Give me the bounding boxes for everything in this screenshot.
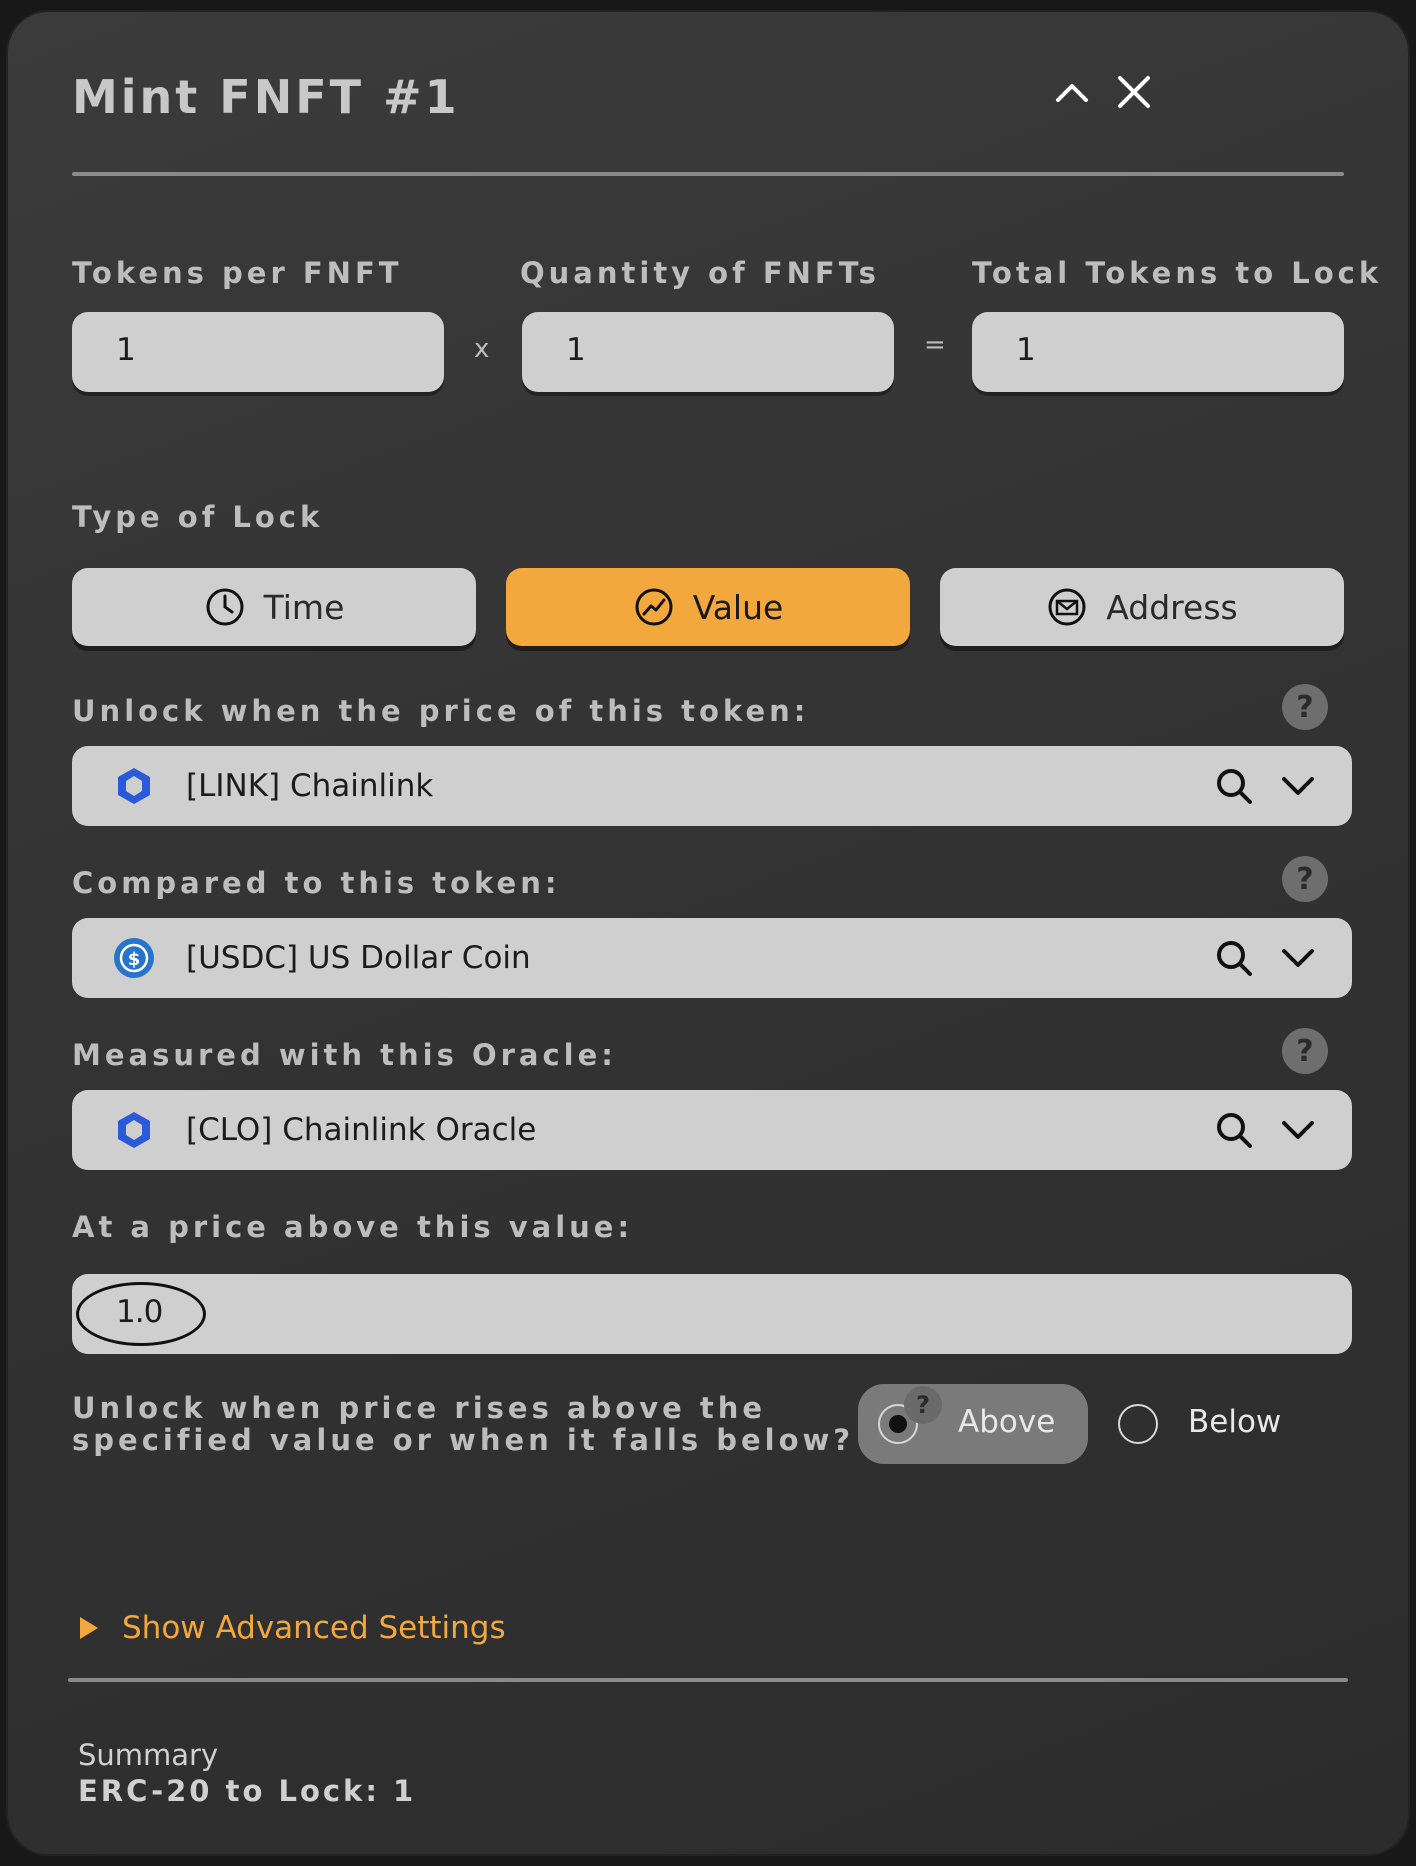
chainlink-icon [112,764,156,808]
chevron-down-icon[interactable] [1276,764,1320,808]
tokens-per-fnft-input[interactable]: 1 [72,312,444,392]
oracle-select[interactable]: [CLO] Chainlink Oracle [72,1090,1352,1170]
multiply-symbol: x [474,334,490,364]
token-select[interactable]: [LINK] Chainlink [72,746,1352,826]
collapse-icon[interactable] [1048,68,1096,116]
summary-divider [68,1678,1348,1682]
clock-icon [206,588,244,626]
price-input[interactable]: 1.0 [72,1274,1352,1354]
play-triangle-icon [80,1617,98,1639]
direction-question-line1: Unlock when price rises above the [72,1391,767,1425]
token-select-value: [LINK] Chainlink [186,768,434,804]
search-icon[interactable] [1212,764,1256,808]
quantity-input[interactable]: 1 [522,312,894,392]
lock-type-value-button[interactable]: Value [506,568,910,646]
token-help-icon[interactable]: ? [1282,684,1328,730]
mint-fnft-modal: Mint FNFT #1 Tokens per FNFT Quantity of… [8,12,1408,1854]
direction-question-line2: specified value or when it falls below? [72,1423,855,1457]
svg-text:$: $ [128,949,141,970]
above-label: Above [958,1404,1056,1440]
summary-heading: Summary [78,1738,219,1772]
token-select-label: Unlock when the price of this token: [72,694,810,728]
direction-help-icon[interactable]: ? [904,1386,942,1424]
header-divider [72,172,1344,176]
compare-select[interactable]: $ [USDC] US Dollar Coin [72,918,1352,998]
quantity-label: Quantity of FNFTs [520,256,880,290]
chainlink-icon [112,1108,156,1152]
total-tokens-input[interactable]: 1 [972,312,1344,392]
total-tokens-label: Total Tokens to Lock [972,256,1383,290]
lock-type-time-button[interactable]: Time [72,568,476,646]
mail-icon [1048,588,1086,626]
compare-help-icon[interactable]: ? [1282,856,1328,902]
lock-type-time-label: Time [263,587,345,627]
chevron-down-icon[interactable] [1276,1108,1320,1152]
lock-type-value-label: Value [692,587,784,627]
close-icon[interactable] [1110,68,1158,116]
equals-symbol: = [924,330,946,360]
lock-type-address-label: Address [1106,587,1238,627]
direction-question: Unlock when price rises above the specif… [72,1392,854,1456]
oracle-select-label: Measured with this Oracle: [72,1038,617,1072]
show-advanced-settings-link[interactable]: Show Advanced Settings [80,1610,506,1646]
modal-title: Mint FNFT #1 [72,70,460,124]
oracle-help-icon[interactable]: ? [1282,1028,1328,1074]
advanced-settings-label: Show Advanced Settings [122,1610,506,1646]
below-radio[interactable] [1118,1404,1158,1444]
summary-line: ERC-20 to Lock: 1 [78,1774,417,1808]
quantity-value: 1 [566,332,586,368]
above-option[interactable]: ? Above [858,1384,1088,1464]
tokens-per-fnft-value: 1 [116,332,136,368]
lock-type-label: Type of Lock [72,500,324,534]
compare-select-label: Compared to this token: [72,866,561,900]
below-label: Below [1188,1404,1282,1440]
price-value: 1.0 [116,1294,163,1330]
total-tokens-value: 1 [1016,332,1036,368]
usdc-icon: $ [112,936,156,980]
tokens-per-fnft-label: Tokens per FNFT [72,256,403,290]
search-icon[interactable] [1212,936,1256,980]
chart-trend-icon [635,588,673,626]
price-label: At a price above this value: [72,1210,634,1244]
oracle-select-value: [CLO] Chainlink Oracle [186,1112,537,1148]
lock-type-address-button[interactable]: Address [940,568,1344,646]
chevron-down-icon[interactable] [1276,936,1320,980]
search-icon[interactable] [1212,1108,1256,1152]
compare-select-value: [USDC] US Dollar Coin [186,940,531,976]
